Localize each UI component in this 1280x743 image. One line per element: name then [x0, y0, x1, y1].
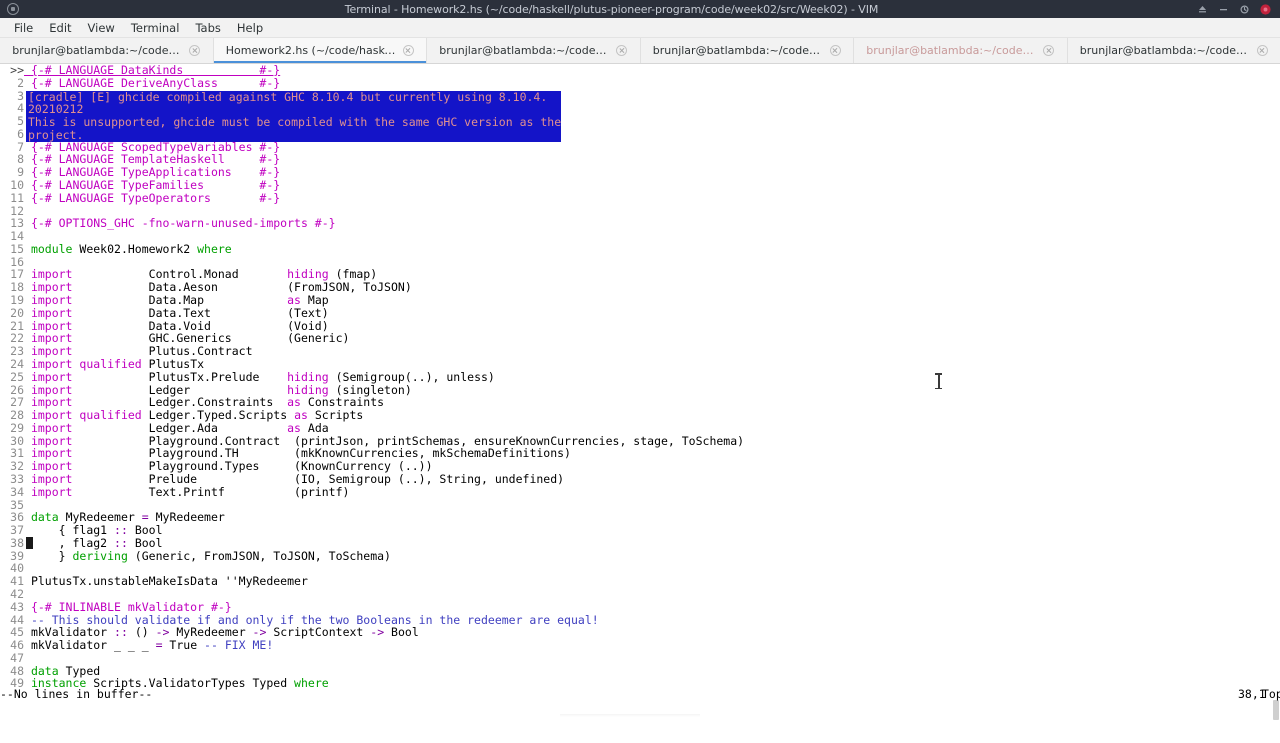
code-token: {-# LANGUAGE TypeOperators #-} — [31, 191, 280, 205]
code-token: PlutusTx.unstableMakeIsData ''MyRedeemer — [31, 574, 308, 588]
code-token: {-# LANGUAGE DeriveAnyClass #-} — [31, 76, 280, 90]
error-message-line: project. — [28, 129, 83, 142]
tab-label: brunjlar@batlambda:~/code/haskell… — [653, 44, 823, 57]
code-token: {-# OPTIONS_GHC -fno-warn-unused-imports… — [31, 216, 336, 230]
vim-line: 2 {-# LANGUAGE DeriveAnyClass #-} — [0, 77, 280, 90]
vim-status-line: --No lines in buffer-- 38,1 Top — [0, 687, 1280, 700]
line-number: 29 — [0, 422, 24, 435]
vim-line: 15 module Week02.Homework2 where — [0, 243, 232, 256]
close-icon[interactable] — [1043, 45, 1054, 56]
app-menu-button[interactable] — [0, 3, 26, 15]
code-token: mkValidator _ _ _ — [31, 638, 156, 652]
code-token: Week02.Homework2 — [72, 242, 197, 256]
close-icon[interactable] — [189, 45, 200, 56]
line-number: 34 — [0, 486, 24, 499]
line-number: 38 — [0, 537, 24, 550]
window-title-bar[interactable]: Terminal - Homework2.hs (~/code/haskell/… — [0, 0, 1280, 18]
shade-icon[interactable] — [1197, 4, 1208, 15]
code-token: where — [197, 242, 232, 256]
error-message-line: This is unsupported, ghcide must be comp… — [28, 116, 561, 129]
line-number: 10 — [0, 179, 24, 192]
terminal-app-icon — [7, 3, 19, 15]
code-token: } — [31, 549, 73, 563]
tab-label: brunjlar@batlambda:~/code/haskell… — [866, 44, 1036, 57]
code-token: -- FIX ME! — [204, 638, 273, 652]
vim-line: 46 mkValidator _ _ _ = True -- FIX ME! — [0, 639, 273, 652]
code-token: = — [156, 638, 163, 652]
line-number: 5 — [0, 115, 24, 128]
line-number: 28 — [0, 409, 24, 422]
maximize-icon[interactable] — [1239, 4, 1250, 15]
close-icon[interactable] — [403, 45, 414, 56]
menu-item-tabs[interactable]: Tabs — [187, 19, 228, 37]
terminal-tab-1[interactable]: Homework2.hs (~/code/haskell/plut… — [214, 38, 428, 63]
code-token: import — [31, 485, 73, 499]
window-title: Terminal - Homework2.hs (~/code/haskell/… — [26, 3, 1197, 16]
menu-item-file[interactable]: File — [6, 19, 41, 37]
terminal-tab-4[interactable]: brunjlar@batlambda:~/code/haskell… — [854, 38, 1068, 63]
terminal-tab-2[interactable]: brunjlar@batlambda:~/code/haskell… — [427, 38, 641, 63]
vim-line: 11 {-# LANGUAGE TypeOperators #-} — [0, 192, 280, 205]
line-number: 14 — [0, 230, 24, 243]
menu-item-view[interactable]: View — [80, 19, 123, 37]
scrollbar-thumb[interactable] — [1273, 700, 1279, 720]
code-token: module — [31, 242, 73, 256]
code-token: Text.Printf (printf) — [72, 485, 349, 499]
tab-label: brunjlar@batlambda:~/code/haskell… — [439, 44, 609, 57]
line-number: >> — [0, 64, 24, 77]
tab-label: brunjlar@batlambda:~/code/haskell… — [1080, 44, 1250, 57]
menu-item-edit[interactable]: Edit — [41, 19, 79, 37]
line-number: 19 — [0, 294, 24, 307]
line-number: 33 — [0, 473, 24, 486]
window-controls — [1197, 4, 1280, 15]
window-bottom-edge — [560, 714, 700, 717]
line-number: 47 — [0, 652, 24, 665]
menu-bar: File Edit View Terminal Tabs Help — [0, 18, 1280, 38]
terminal-tab-5[interactable]: brunjlar@batlambda:~/code/haskell… — [1068, 38, 1280, 63]
status-message: --No lines in buffer-- — [0, 687, 152, 701]
code-token: Bool — [384, 625, 419, 639]
mouse-cursor-ibeam — [935, 373, 942, 389]
line-number: 43 — [0, 601, 24, 614]
vim-line: 34 import Text.Printf (printf) — [0, 486, 349, 499]
error-message-line: [cradle] [E] ghcide compiled against GHC… — [28, 91, 547, 104]
line-number: 6 — [0, 128, 24, 141]
code-token: ScriptContext — [266, 625, 370, 639]
line-number: 37 — [0, 524, 24, 537]
terminal-viewport[interactable]: >> {-# LANGUAGE DataKinds #-}2 {-# LANGU… — [0, 64, 1280, 720]
close-icon[interactable] — [616, 45, 627, 56]
status-scroll: Top — [1262, 687, 1280, 701]
vim-line: 41 PlutusTx.unstableMakeIsData ''MyRedee… — [0, 575, 308, 588]
line-number: 15 — [0, 243, 24, 256]
terminal-tab-3[interactable]: brunjlar@batlambda:~/code/haskell… — [641, 38, 855, 63]
line-number: 2 — [0, 77, 24, 90]
minimize-icon[interactable] — [1218, 4, 1229, 15]
close-icon[interactable] — [830, 45, 841, 56]
vim-cursor — [26, 537, 33, 549]
code-token: deriving — [72, 549, 127, 563]
close-icon[interactable] — [1257, 45, 1268, 56]
tab-label: Homework2.hs (~/code/haskell/plut… — [226, 44, 396, 57]
line-number: 25 — [0, 371, 24, 384]
tab-label: brunjlar@batlambda:~/code/haskel… — [12, 44, 182, 57]
tab-bar: brunjlar@batlambda:~/code/haskel… Homewo… — [0, 38, 1280, 64]
vim-line: 13 {-# OPTIONS_GHC -fno-warn-unused-impo… — [0, 217, 336, 230]
close-icon[interactable] — [1260, 4, 1271, 15]
line-number: 46 — [0, 639, 24, 652]
terminal-tab-0[interactable]: brunjlar@batlambda:~/code/haskel… — [0, 38, 214, 63]
menu-item-terminal[interactable]: Terminal — [123, 19, 188, 37]
code-token: (Generic, FromJSON, ToJSON, ToSchema) — [128, 549, 391, 563]
line-number: 42 — [0, 588, 24, 601]
line-number: 11 — [0, 192, 24, 205]
code-token: True — [163, 638, 205, 652]
line-number: 20 — [0, 307, 24, 320]
terminal-scrollbar[interactable] — [1272, 64, 1280, 720]
menu-item-help[interactable]: Help — [229, 19, 271, 37]
vim-line: 39 } deriving (Generic, FromJSON, ToJSON… — [0, 550, 391, 563]
code-token: -> — [370, 625, 384, 639]
line-number: 24 — [0, 358, 24, 371]
